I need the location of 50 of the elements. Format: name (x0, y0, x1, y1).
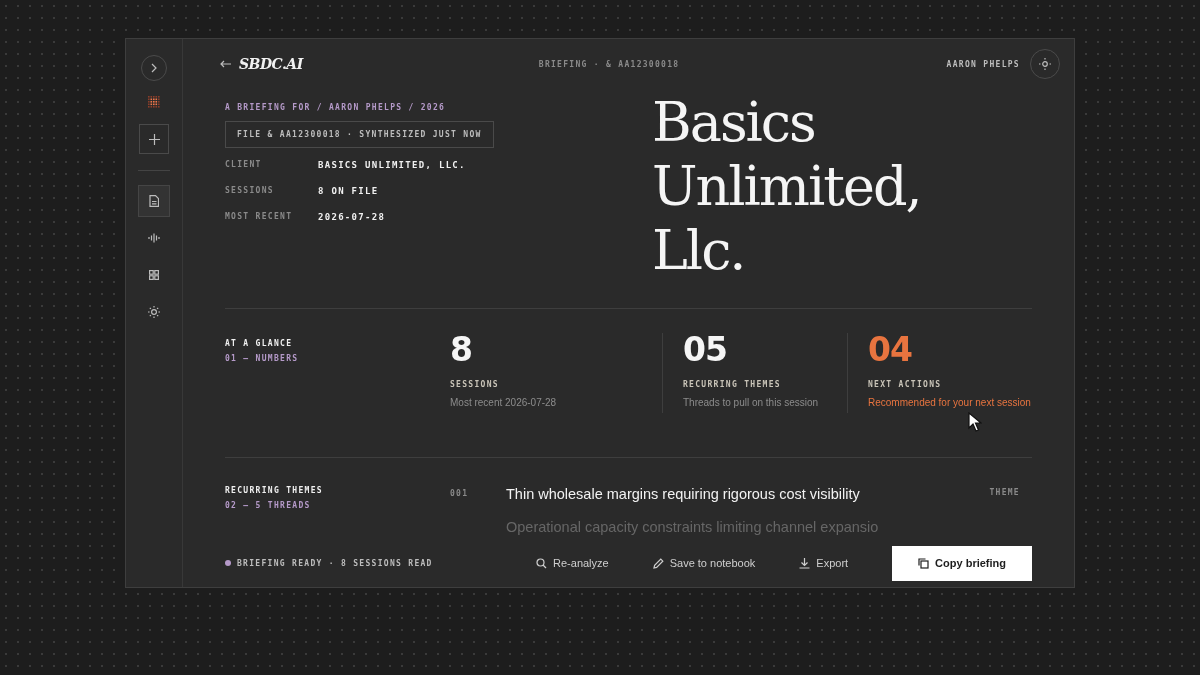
mouse-cursor-icon (968, 412, 982, 432)
breadcrumb: BRIEFING · & AA12300018 (538, 59, 681, 69)
stat-label: NEXT ACTIONS (868, 380, 943, 389)
eyebrow-text: A BRIEFING FOR / AARON PHELPS / 2026 (225, 103, 447, 112)
copy-icon (918, 557, 930, 569)
copy-button[interactable]: Copy briefing (892, 545, 1032, 581)
status-text: BRIEFING READY · 8 SESSIONS READ (237, 558, 433, 568)
section-title: AT A GLANCE (225, 339, 294, 348)
stat-note: Most recent 2026-07-28 (450, 397, 558, 408)
meta-value: BASICS UNLIMITED, LLC. (318, 160, 467, 170)
user-name: AARON PHELPS (946, 59, 1020, 69)
theme-tag: THEME (989, 486, 1020, 497)
meta-label: SESSIONS (225, 186, 275, 196)
theme-number: 001 (450, 488, 470, 498)
waveform-icon (148, 233, 160, 243)
section-subtitle: 01 — NUMBERS (225, 354, 300, 363)
download-icon (799, 557, 811, 569)
file-tag: FILE & AA12300018 · SYNTHESIZED JUST NOW (225, 121, 494, 148)
stat-label: SESSIONS (450, 380, 500, 389)
stat-number: 8 (450, 333, 473, 367)
new-button[interactable] (139, 124, 169, 154)
stat-number: 04 (868, 333, 913, 367)
crosshair-icon (1039, 58, 1051, 70)
sun-icon (148, 306, 160, 318)
meta-label: MOST RECENT (225, 212, 294, 222)
search-icon (536, 557, 548, 569)
stat-note: Recommended for your next session (868, 397, 1032, 408)
theme-text: Thin wholesale margins requiring rigorous cost visibility (506, 486, 861, 502)
pencil-icon (652, 557, 664, 569)
section-title: RECURRING THEMES (225, 486, 324, 495)
logo-icon (148, 96, 160, 108)
section-subtitle: 02 — 5 THREADS (225, 501, 312, 510)
action-button[interactable]: Save to notebook (652, 557, 756, 569)
client-title: Basics Unlimited, Llc. (652, 91, 922, 284)
action-button[interactable]: Re-analyze (536, 557, 609, 569)
meta-value: 8 ON FILE (318, 186, 380, 196)
stat-label: RECURRING THEMES (683, 380, 782, 389)
chevron-icon (151, 63, 157, 73)
action-button[interactable]: Export (799, 557, 849, 569)
back-arrow-icon[interactable] (220, 60, 231, 68)
grid-icon (149, 270, 159, 280)
sidebar-nav-item[interactable] (138, 185, 170, 217)
stat-number: 05 (683, 333, 728, 367)
plus-icon (148, 133, 160, 145)
theme-text: Operational capacity constraints limiting channel expansio (506, 518, 880, 536)
meta-value: 2026-07-28 (318, 212, 387, 222)
stat-note: Threads to pull on this session (683, 397, 820, 408)
meta-label: CLIENT (225, 160, 263, 170)
brand-logo: SBDC.AI (239, 56, 303, 72)
document-icon (149, 195, 159, 207)
